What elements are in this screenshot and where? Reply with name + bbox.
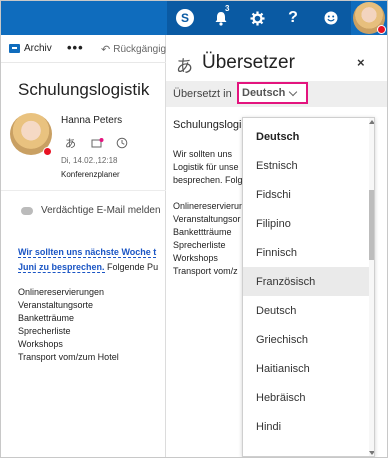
translated-list-item: Transport vom/z bbox=[173, 266, 238, 276]
language-option[interactable]: Hindi bbox=[243, 412, 369, 441]
translated-body-line: besprechen. Folg bbox=[173, 175, 243, 185]
svg-text:あ: あ bbox=[65, 137, 76, 149]
more-actions-button[interactable]: ••• bbox=[67, 40, 84, 55]
translator-pane: あ Übersetzer × Übersetzt in Deutsch Schu… bbox=[166, 35, 387, 457]
app-window: S 3 ? Archiv ••• ↶ Rückgängig Schulungsl… bbox=[0, 0, 388, 458]
list-item: Veranstaltungsorte bbox=[18, 300, 94, 310]
archive-button[interactable]: Archiv bbox=[9, 43, 52, 54]
translator-header: あ Übersetzer × bbox=[166, 35, 387, 81]
translated-list-item: Sprecherliste bbox=[173, 240, 226, 250]
language-option-hovered[interactable]: Französisch bbox=[243, 267, 369, 296]
add-in-icon[interactable] bbox=[91, 137, 104, 149]
translated-list-item: Veranstaltungsor bbox=[173, 214, 241, 224]
scheduler-link[interactable]: Konferenzplaner bbox=[61, 170, 120, 179]
language-option[interactable]: Deutsch bbox=[243, 296, 369, 325]
translated-body-line: Wir sollten uns bbox=[173, 149, 233, 159]
translated-list-item: Workshops bbox=[173, 253, 218, 263]
account-avatar-button[interactable] bbox=[351, 1, 387, 35]
language-option[interactable]: Haitianisch bbox=[243, 354, 369, 383]
close-icon[interactable]: × bbox=[357, 55, 365, 70]
language-dropdown-list: Deutsch Estnisch Fidschi Filipino Finnis… bbox=[242, 117, 375, 457]
body-text: Folgende Pu bbox=[104, 262, 159, 272]
language-option[interactable]: Hebräisch bbox=[243, 383, 369, 412]
sender-name[interactable]: Hanna Peters bbox=[61, 115, 122, 126]
list-item: Onlinereservierungen bbox=[18, 287, 105, 297]
gear-icon bbox=[249, 10, 265, 26]
message-subject: Schulungslogistik bbox=[18, 80, 150, 99]
translated-list-item: Bankettträume bbox=[173, 227, 232, 237]
dropdown-scrollbar[interactable] bbox=[369, 118, 374, 456]
list-item: Sprecherliste bbox=[18, 326, 71, 336]
language-option[interactable]: Estnisch bbox=[243, 151, 369, 180]
cloud-icon bbox=[21, 206, 33, 215]
scrollbar-thumb[interactable] bbox=[369, 190, 374, 260]
list-item: Transport vom/zum Hotel bbox=[18, 352, 119, 362]
notification-count-badge: 3 bbox=[223, 4, 232, 14]
suite-bar: S 3 ? bbox=[1, 1, 387, 35]
language-option[interactable]: Finnisch bbox=[243, 238, 369, 267]
notifications-button[interactable]: 3 bbox=[203, 1, 239, 35]
target-language-bar: Übersetzt in Deutsch bbox=[166, 81, 387, 107]
smiley-icon bbox=[324, 11, 338, 25]
chevron-down-icon bbox=[289, 87, 298, 96]
help-icon: ? bbox=[288, 9, 298, 26]
undo-label: Rückgängig bbox=[113, 44, 167, 55]
language-option[interactable]: Fidschi bbox=[243, 180, 369, 209]
undo-button[interactable]: ↶ Rückgängig bbox=[101, 43, 166, 56]
archive-label: Archiv bbox=[24, 43, 52, 54]
language-option[interactable]: Deutsch bbox=[243, 122, 369, 151]
settings-button[interactable] bbox=[239, 1, 275, 35]
report-suspicious-label: Verdächtige E-Mail melden bbox=[41, 205, 161, 216]
undo-icon: ↶ bbox=[101, 44, 111, 56]
divider bbox=[1, 190, 166, 191]
message-toolbar: Archiv ••• ↶ Rückgängig bbox=[1, 35, 166, 63]
translated-list-item: Onlinereservierun bbox=[173, 201, 245, 211]
list-item: Workshops bbox=[18, 339, 63, 349]
help-button[interactable]: ? bbox=[275, 1, 311, 35]
skype-button[interactable]: S bbox=[167, 1, 203, 35]
language-option[interactable]: Filipino bbox=[243, 209, 369, 238]
feedback-button[interactable] bbox=[311, 1, 351, 35]
body-line: Juni zu besprechen. Folgende Pu bbox=[18, 262, 159, 273]
translate-icon[interactable]: あ bbox=[65, 137, 79, 149]
meeting-suggestion-link[interactable]: Wir sollten uns nächste Woche t bbox=[18, 247, 157, 258]
schedule-icon[interactable] bbox=[116, 137, 128, 149]
translated-in-label: Übersetzt in bbox=[173, 88, 232, 100]
translated-subject: Schulungslogi bbox=[173, 119, 242, 131]
meeting-suggestion-link-continued[interactable]: Juni zu besprechen. bbox=[18, 262, 105, 273]
presence-busy-indicator bbox=[377, 25, 386, 34]
translator-logo-icon: あ bbox=[176, 57, 193, 76]
target-language-select[interactable]: Deutsch bbox=[237, 82, 308, 104]
list-item: Banketträume bbox=[18, 313, 75, 323]
archive-icon bbox=[9, 44, 20, 53]
scroll-up-arrow-icon[interactable] bbox=[369, 120, 374, 124]
report-suspicious-button[interactable]: Verdächtige E-Mail melden bbox=[21, 205, 161, 216]
skype-icon: S bbox=[176, 9, 194, 27]
translator-title: Übersetzer bbox=[202, 52, 295, 73]
body-line: Wir sollten uns nächste Woche t bbox=[18, 247, 157, 258]
message-date: Di, 14.02.,12:18 bbox=[61, 156, 118, 165]
message-actions: あ bbox=[65, 137, 128, 149]
translated-body-line: Logistik für unse bbox=[173, 162, 239, 172]
language-option[interactable]: Griechisch bbox=[243, 325, 369, 354]
reading-pane: Archiv ••• ↶ Rückgängig Schulungslogisti… bbox=[1, 35, 166, 457]
selected-language: Deutsch bbox=[242, 87, 286, 99]
sender-presence-busy-indicator bbox=[43, 147, 52, 156]
scroll-down-arrow-icon[interactable] bbox=[369, 451, 374, 455]
